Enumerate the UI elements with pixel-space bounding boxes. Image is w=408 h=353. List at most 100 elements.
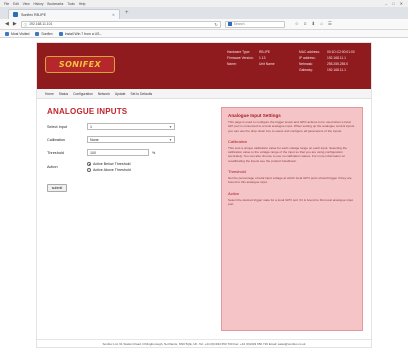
favicon-icon xyxy=(13,12,18,17)
page-footer: Sonifex Ltd, 61 Station Road, Irthlingbo… xyxy=(37,339,371,348)
select-input-label: Select Input xyxy=(47,124,68,129)
select-input-dropdown[interactable]: 1 ▼ xyxy=(87,123,175,130)
menu-view[interactable]: View xyxy=(23,2,30,6)
nav-configuration[interactable]: Configuration xyxy=(73,92,93,96)
menu-file[interactable]: File xyxy=(4,2,9,6)
info-value: 255.255.255.0 xyxy=(327,62,349,66)
close-window-icon[interactable]: ✕ xyxy=(400,1,403,6)
action-label: Action xyxy=(47,165,58,169)
radio-active-above[interactable]: Active Above Threshold xyxy=(87,168,175,172)
radio-active-below[interactable]: Active Below Threshold xyxy=(87,162,175,166)
nav-update[interactable]: Update xyxy=(115,92,126,96)
info-value: 192.168.11.1 xyxy=(327,56,347,60)
calibration-label: Calibration xyxy=(47,137,66,142)
tab-bar: Sonflex RB-IPE ✕ + xyxy=(0,7,408,19)
info-label: Name: xyxy=(227,62,237,66)
menu-history[interactable]: History xyxy=(34,2,44,6)
help-threshold-text: Set the percentage of total input voltag… xyxy=(228,176,352,185)
help-action-title: Action xyxy=(228,190,240,196)
info-label xyxy=(227,68,259,72)
info-label: Hardware Type: xyxy=(227,50,251,54)
chevron-down-icon: ▼ xyxy=(169,137,172,142)
help-calibration-title: Calibration xyxy=(228,138,248,144)
reload-icon[interactable]: ↻ xyxy=(214,22,217,27)
page-header: SONIFEX Hardware Type: RB-IPE MAC addres… xyxy=(37,43,371,89)
forward-icon[interactable]: ▶ xyxy=(13,21,17,27)
help-calibration-text: This sets a unique calibration value for… xyxy=(228,145,348,163)
bookmark-label: Install Win 7 from a US... xyxy=(64,31,103,36)
nav-network[interactable]: Network xyxy=(98,92,110,96)
menu-edit[interactable]: Edit xyxy=(13,2,19,6)
home-icon[interactable]: ⌂ xyxy=(320,21,323,27)
action-radio-group: Active Below Threshold Active Above Thre… xyxy=(87,162,175,172)
help-action-text: Select the desired trigger state for a l… xyxy=(228,197,354,206)
bookmark-sonifex[interactable]: Sonflex xyxy=(35,31,53,36)
tab-title: Sonflex RB-IPE xyxy=(21,12,46,17)
threshold-input[interactable]: 100 xyxy=(87,149,149,156)
help-threshold-title: Threshold xyxy=(228,169,246,175)
download-icon[interactable]: ⬇ xyxy=(311,21,315,27)
hamburger-menu-icon[interactable]: ☰ xyxy=(328,21,332,27)
radio-label: Active Above Threshold xyxy=(93,168,131,172)
info-label: Firmware Version: xyxy=(227,56,254,60)
web-page: SONIFEX Hardware Type: RB-IPE MAC addres… xyxy=(0,38,408,353)
reading-list-icon[interactable]: ≡ xyxy=(304,21,307,27)
close-tab-icon[interactable]: ✕ xyxy=(112,13,115,17)
site-nav: Home Status Configuration Network Update… xyxy=(37,89,371,99)
info-value: 192.168.11.1 xyxy=(327,68,347,72)
info-value: 1.13 xyxy=(259,56,266,60)
logo-text: SONIFEX xyxy=(58,60,102,69)
threshold-label: Threshold xyxy=(47,150,64,155)
page-title: ANALOGUE INPUTS xyxy=(47,107,128,116)
bookmark-most-visited[interactable]: Most Visited xyxy=(5,31,30,36)
select-input-value: 1 xyxy=(90,124,92,129)
radio-button[interactable] xyxy=(87,168,91,172)
info-value: 00:1D:C2:00:01:00 xyxy=(327,50,355,54)
info-icon: ⓘ xyxy=(23,22,28,27)
maximize-icon[interactable]: □ xyxy=(392,1,394,6)
threshold-row: 100 % xyxy=(87,149,175,156)
search-bar[interactable]: Search xyxy=(224,20,285,28)
calibration-dropdown[interactable]: None ▼ xyxy=(87,136,175,143)
menu-help[interactable]: Help xyxy=(79,2,86,6)
radio-label: Active Below Threshold xyxy=(93,162,131,166)
back-icon[interactable]: ◀ xyxy=(5,21,9,27)
chevron-down-icon: ▼ xyxy=(169,124,172,129)
bookmark-install-win7[interactable]: Install Win 7 from a US... xyxy=(58,31,103,36)
menu-tools[interactable]: Tools xyxy=(67,2,74,6)
device-info: Hardware Type: RB-IPE MAC address: 00:1D… xyxy=(227,50,367,72)
url-bar[interactable]: ⓘ 192.168.11.101 ↻ xyxy=(20,20,221,28)
calibration-value: None xyxy=(90,137,99,142)
navigation-bar: ◀ ▶ ⓘ 192.168.11.101 ↻ Search ☆ ≡ ⬇ ⌂ ☰ xyxy=(0,19,408,30)
bookmark-label: Most Visited xyxy=(11,31,30,36)
info-label: Gateway: xyxy=(299,68,313,72)
star-icon[interactable]: ☆ xyxy=(295,21,299,27)
search-placeholder: Search xyxy=(233,22,245,26)
menu-bookmarks[interactable]: Bookmarks xyxy=(47,2,63,6)
info-label: Netmask: xyxy=(299,62,313,66)
submit-button[interactable]: submit xyxy=(47,184,67,192)
form-grid: Select Input 1 ▼ Calibration None ▼ Thre… xyxy=(47,123,197,172)
help-title: Analogue Input Settings xyxy=(228,113,281,118)
toolbar-icons: ☆ ≡ ⬇ ⌂ ☰ xyxy=(295,21,332,27)
page-container: SONIFEX Hardware Type: RB-IPE MAC addres… xyxy=(36,42,372,348)
nav-set-defaults[interactable]: Set to Defaults xyxy=(131,92,153,96)
info-value xyxy=(259,68,299,72)
settings-form: ANALOGUE INPUTS Select Input 1 ▼ Calibra… xyxy=(47,107,197,192)
bookmark-icon xyxy=(58,31,63,36)
nav-home[interactable]: Home xyxy=(45,92,54,96)
bookmark-icon xyxy=(35,31,40,36)
info-value: Unit Name xyxy=(259,62,275,66)
search-engine-icon xyxy=(227,22,232,26)
radio-button[interactable] xyxy=(87,162,91,166)
browser-menubar: File Edit View History Bookmarks Tools H… xyxy=(0,0,408,7)
bookmark-label: Sonflex xyxy=(41,31,53,36)
sonifex-logo: SONIFEX xyxy=(45,56,115,73)
tab-sonifex[interactable]: Sonflex RB-IPE ✕ xyxy=(8,9,120,19)
nav-status[interactable]: Status xyxy=(59,92,68,96)
new-tab-button[interactable]: + xyxy=(125,10,129,16)
info-value: RB-IPE xyxy=(259,50,270,54)
info-label: MAC address: xyxy=(299,50,320,54)
minimize-icon[interactable]: – xyxy=(385,1,387,6)
url-text: 192.168.11.101 xyxy=(29,22,53,26)
